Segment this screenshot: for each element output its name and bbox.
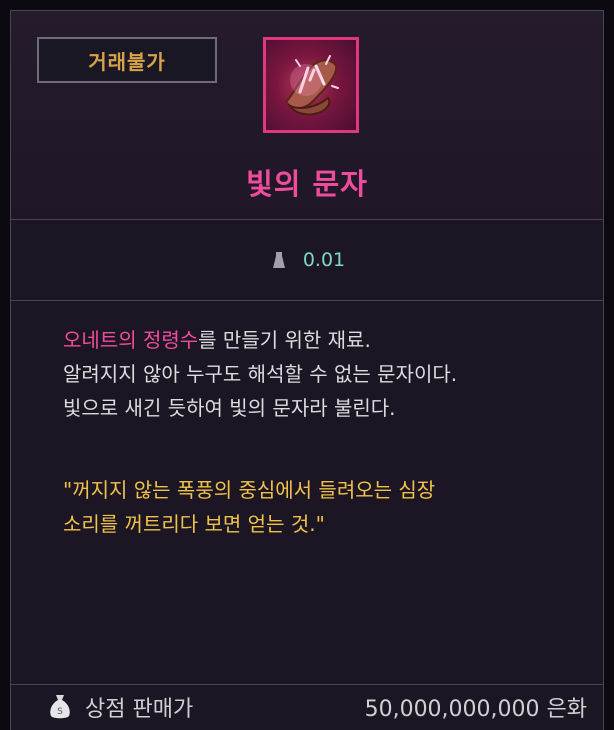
- description-line1: 를 만들기 위한 재료.: [198, 328, 371, 352]
- description-highlight: 오네트의 정령수: [63, 328, 199, 352]
- description-line2: 알려지지 않아 누구도 해석할 수 없는 문자이다.: [63, 362, 458, 386]
- svg-text:S: S: [57, 707, 63, 717]
- divider: [11, 300, 603, 301]
- trade-restriction-badge: 거래불가: [37, 37, 217, 83]
- item-description: 오네트의 정령수를 만들기 위한 재료. 알려지지 않아 누구도 해석할 수 없…: [63, 323, 583, 425]
- price-label: 상점 판매가: [85, 697, 194, 722]
- item-tooltip: 거래불가 빛의 문자 0.01 오네트의 정령수를 만들기 위한 재료. 알려지…: [10, 10, 604, 730]
- weight-icon: [272, 252, 285, 268]
- price-value: 50,000,000,000 은화: [364, 697, 587, 722]
- description-line3: 빛으로 새긴 듯하여 빛의 문자라 불린다.: [63, 396, 396, 420]
- silver-bag-icon: S: [50, 695, 70, 719]
- item-name: 빛의 문자: [246, 167, 368, 201]
- quote-line2: 소리를 꺼트리다 보면 얻는 것.": [63, 512, 325, 536]
- flavor-quote: "꺼지지 않는 폭풍의 중심에서 들려오는 심장 소리를 꺼트리다 보면 얻는 …: [63, 473, 583, 541]
- quote-line1: "꺼지지 않는 폭풍의 중심에서 들려오는 심장: [63, 478, 436, 502]
- item-weight: 0.01: [302, 249, 346, 271]
- shop-price-row: S 상점 판매가 50,000,000,000 은화: [11, 685, 603, 725]
- rune-scroll-icon[interactable]: [263, 37, 359, 133]
- tooltip-header: 거래불가 빛의 문자: [11, 11, 603, 219]
- weight-row: 0.01: [11, 220, 603, 300]
